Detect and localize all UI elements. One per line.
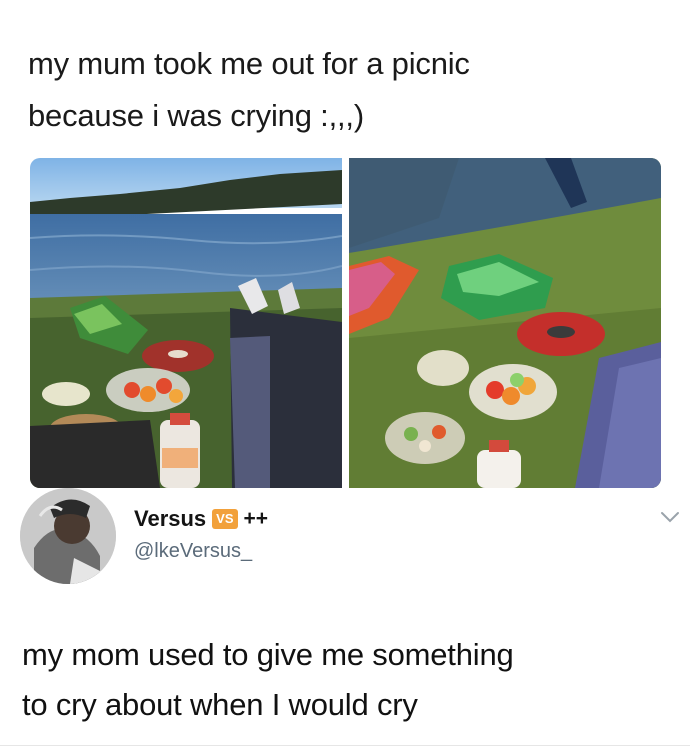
- post-caption: my mum took me out for a picnic because …: [28, 38, 648, 142]
- photo-lake-picnic-image: [30, 158, 342, 488]
- vs-badge-icon: VS: [212, 509, 238, 529]
- tweet-body-line-1: my mom used to give me something: [22, 637, 514, 672]
- name-suffix: ++: [243, 507, 269, 530]
- photo-grass-picnic[interactable]: [349, 158, 661, 488]
- tweet-body: my mom used to give me something to cry …: [22, 630, 662, 730]
- photo-lake-picnic[interactable]: [30, 158, 342, 488]
- user-handle[interactable]: @lkeVersus_: [134, 540, 252, 563]
- caption-line-1: my mum took me out for a picnic: [28, 46, 470, 81]
- chevron-down-icon[interactable]: [660, 510, 680, 524]
- display-name-row: Versus VS ++: [134, 506, 268, 532]
- avatar-image: [20, 488, 116, 584]
- tweet-body-line-2: to cry about when I would cry: [22, 687, 418, 722]
- photo-grass-picnic-image: [349, 158, 661, 488]
- display-name[interactable]: Versus: [134, 506, 206, 532]
- avatar[interactable]: [20, 488, 116, 584]
- divider: [0, 745, 690, 746]
- caption-line-2: because i was crying :,,,): [28, 98, 364, 133]
- tweet-header: Versus VS ++ @lkeVersus_: [20, 488, 680, 588]
